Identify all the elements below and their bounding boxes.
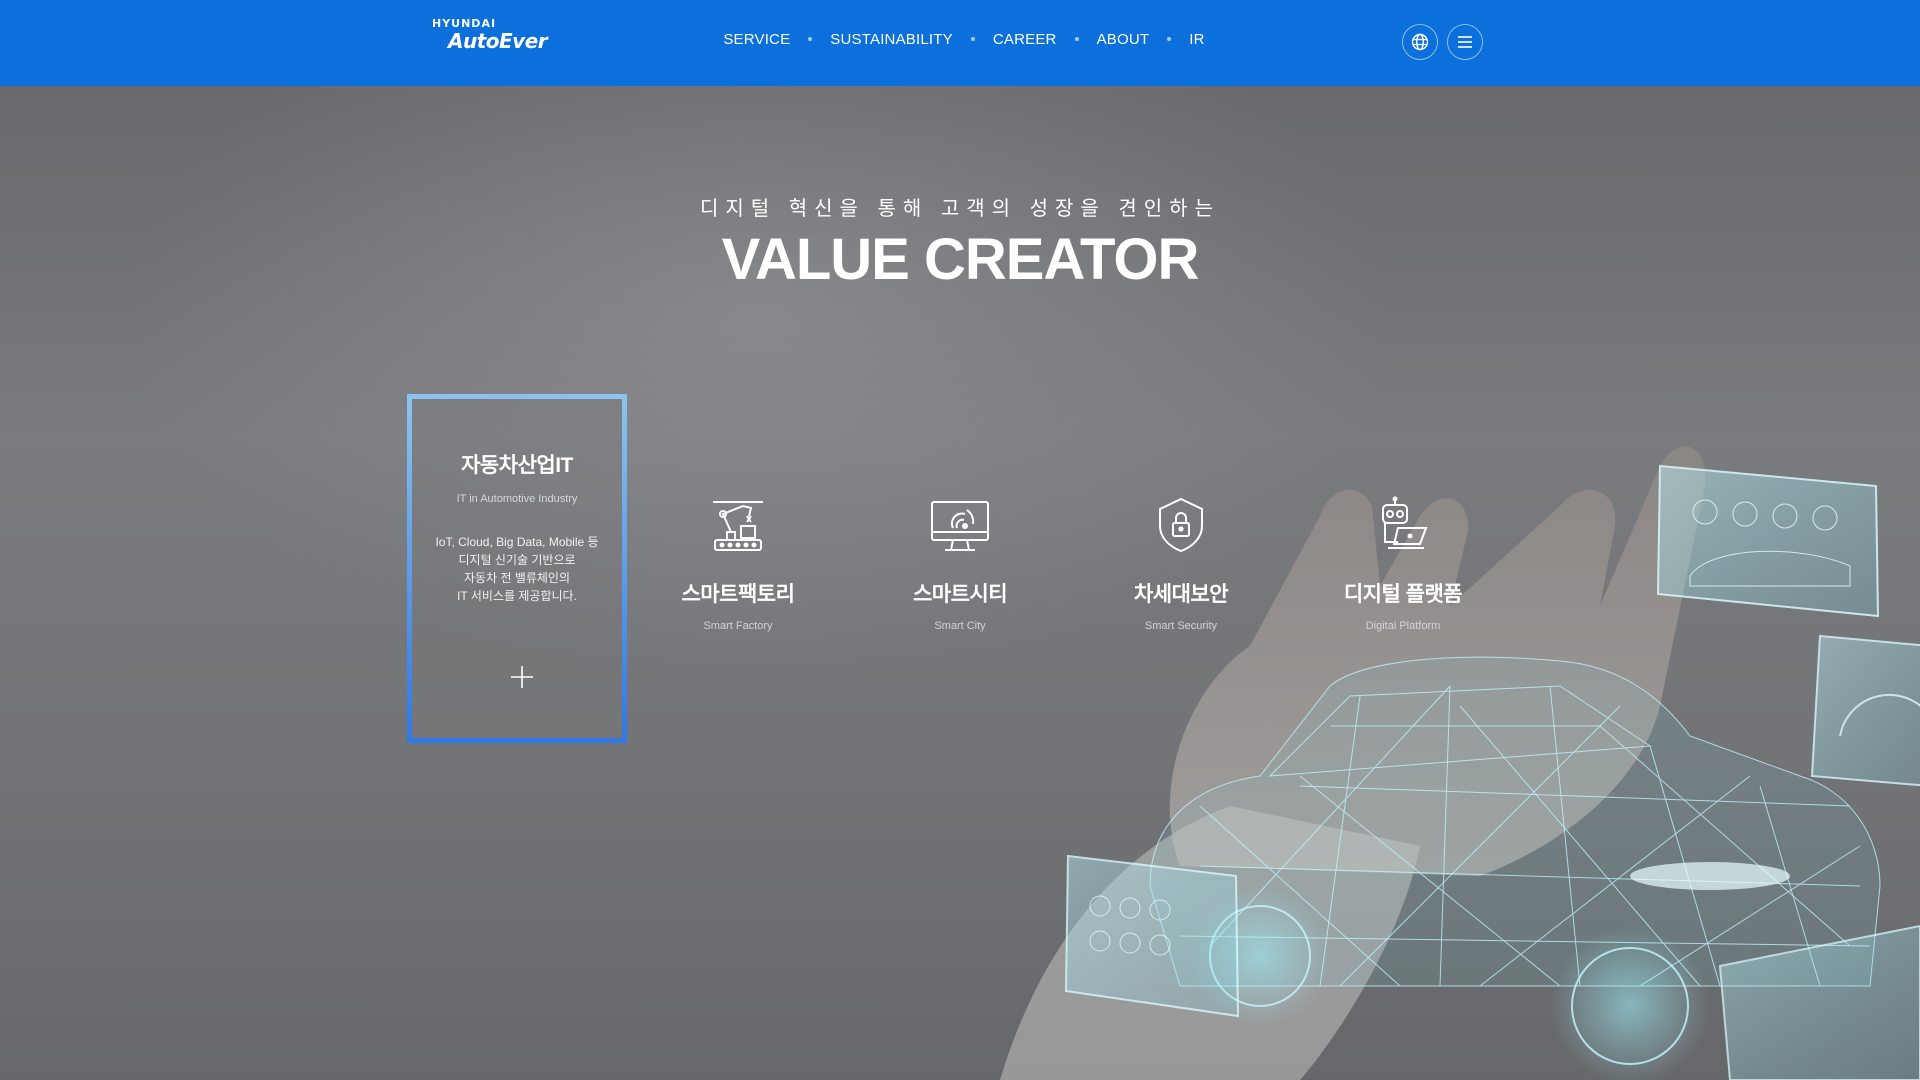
service-item-digital-platform[interactable]: 디지털 플랫폼 Digital Platform xyxy=(1303,490,1503,632)
hero-headline: VALUE CREATOR xyxy=(721,227,1200,292)
nav-career[interactable]: CAREER xyxy=(993,31,1057,48)
nav-separator xyxy=(1074,37,1079,41)
car-wheel-rear xyxy=(1550,926,1710,1080)
hologram-panel-right xyxy=(1810,634,1920,787)
hero-tagline: 디지털 혁신을 통해 고객의 성장을 견인하는 xyxy=(700,198,1220,220)
globe-icon xyxy=(1411,33,1429,51)
monitor-signal-icon xyxy=(931,501,989,551)
nav-ir[interactable]: IR xyxy=(1189,31,1204,48)
menu-button[interactable] xyxy=(1447,24,1483,60)
card-subtitle: IT in Automotive Industry xyxy=(456,493,578,505)
robot-arm-icon xyxy=(713,501,763,551)
service-subtitle: Digital Platform xyxy=(1365,620,1441,632)
service-title: 스마트팩토리 xyxy=(681,583,795,606)
service-card-automotive-it[interactable]: 자동차산업IT IT in Automotive Industry IoT, C… xyxy=(407,394,627,743)
plus-icon[interactable] xyxy=(509,664,535,690)
service-title: 스마트시티 xyxy=(912,583,1008,606)
nav-service[interactable]: SERVICE xyxy=(723,31,790,48)
nav-separator xyxy=(808,37,813,41)
language-button[interactable] xyxy=(1402,24,1438,60)
service-title: 디지털 플랫폼 xyxy=(1343,583,1463,606)
nav-about[interactable]: ABOUT xyxy=(1097,31,1150,48)
hero-section: 디지털 혁신을 통해 고객의 성장을 견인하는 VALUE CREATOR 자동… xyxy=(0,86,1920,1080)
hologram-panel-top-right xyxy=(1656,464,1880,618)
shield-lock-icon xyxy=(1159,497,1203,553)
service-title: 차세대보안 xyxy=(1133,583,1229,606)
hologram-panel-bottom-left xyxy=(1064,854,1240,1018)
nav-sustainability[interactable]: SUSTAINABILITY xyxy=(830,31,953,48)
card-title: 자동차산업IT xyxy=(461,454,573,477)
nav-separator xyxy=(1167,37,1172,41)
service-subtitle: Smart Factory xyxy=(703,620,773,632)
service-subtitle: Smart Security xyxy=(1144,620,1218,632)
hamburger-icon xyxy=(1458,36,1472,48)
service-item-smart-security[interactable]: 차세대보안 Smart Security xyxy=(1081,490,1281,632)
service-item-smart-factory[interactable]: 스마트팩토리 Smart Factory xyxy=(638,490,838,632)
card-description: IoT, Cloud, Big Data, Mobile 등 디지털 신기술 기… xyxy=(435,535,599,603)
robot-laptop-icon xyxy=(1382,496,1428,549)
service-item-smart-city[interactable]: 스마트시티 Smart City xyxy=(860,490,1060,632)
site-header: HYUNDAI AutoEver SERVICE SUSTAINABILITY … xyxy=(0,0,1920,86)
main-nav: SERVICE SUSTAINABILITY CAREER ABOUT IR xyxy=(0,0,1920,78)
nav-separator xyxy=(970,37,975,41)
service-subtitle: Smart City xyxy=(934,620,986,632)
